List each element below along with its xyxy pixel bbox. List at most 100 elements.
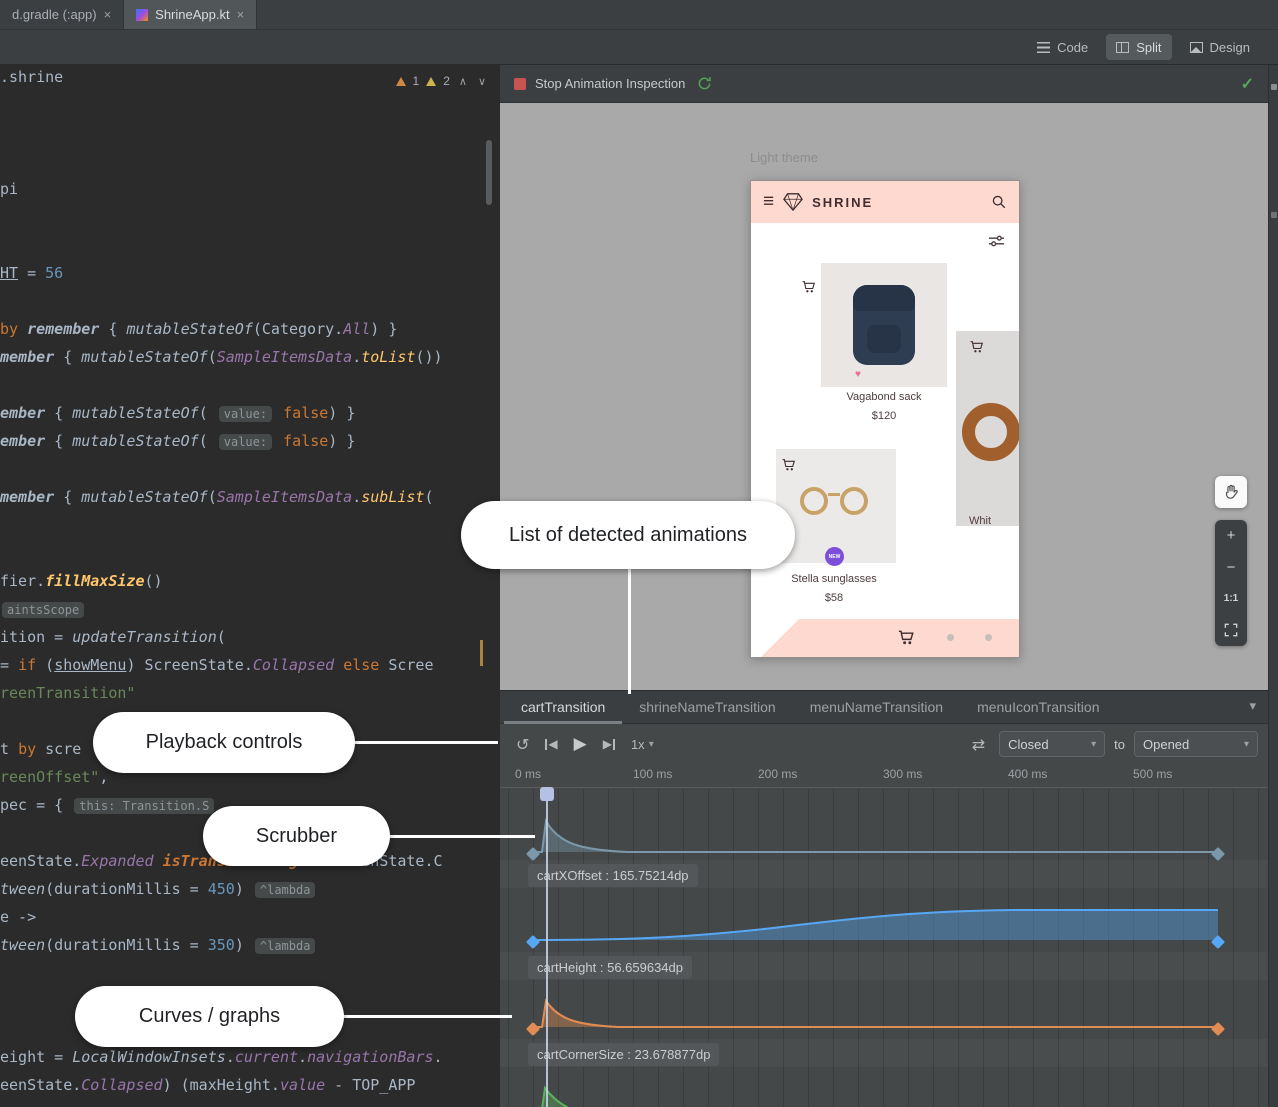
- code-line: pi: [0, 180, 500, 208]
- filter-icon: [988, 234, 1005, 248]
- replay-button[interactable]: ↺: [508, 725, 537, 763]
- scrubber-line[interactable]: [546, 800, 548, 1107]
- view-mode-code[interactable]: Code: [1027, 34, 1098, 60]
- cart-icon: [897, 628, 916, 646]
- code-line: tween(durationMillis = 350) ^lambda: [0, 936, 500, 964]
- playback-speed-dropdown[interactable]: 1x ▾: [623, 725, 662, 763]
- editor-scrollbar[interactable]: [486, 140, 492, 205]
- code-line: [0, 236, 500, 264]
- split-icon: [1116, 42, 1129, 53]
- code-line: HT = 56: [0, 264, 500, 292]
- timeline-tick: 100 ms: [633, 767, 672, 781]
- android-studio-window: d.gradle (:app) × ShrineApp.kt × Code Sp…: [0, 0, 1278, 1107]
- warning-icon: [396, 77, 406, 86]
- curve-cartHeight: [533, 908, 1218, 942]
- code-line: member { mutableStateOf(SampleItemsData.…: [0, 348, 500, 376]
- animation-preview-panel: cartTransitionshrineNameTransitionmenuNa…: [500, 690, 1268, 1107]
- code-line: by remember { mutableStateOf(Category.Al…: [0, 320, 500, 348]
- zoom-actual-button[interactable]: 1:1: [1215, 583, 1247, 615]
- go-to-start-button[interactable]: ◀: [537, 725, 565, 763]
- code-line: eenState.Collapsed) (maxHeight.value - T…: [0, 1076, 500, 1104]
- code-line: [0, 292, 500, 320]
- code-line: [0, 124, 500, 152]
- animation-tab-menuIconTransition[interactable]: menuIconTransition: [960, 691, 1116, 724]
- view-mode-split[interactable]: Split: [1106, 34, 1171, 60]
- from-state-dropdown[interactable]: Closed ▾: [999, 731, 1105, 757]
- code-line: aintsScope: [0, 600, 500, 628]
- zoom-fit-button[interactable]: [1215, 615, 1247, 647]
- add-to-cart-icon: [969, 339, 985, 354]
- previous-issue-button[interactable]: ∧: [457, 75, 469, 88]
- code-line: ember { mutableStateOf( value: false) }: [0, 432, 500, 460]
- code-line: [0, 544, 500, 572]
- hand-icon: [1222, 483, 1241, 502]
- to-label: to: [1114, 737, 1125, 752]
- build-success-check-icon: ✓: [1241, 74, 1254, 94]
- right-tool-stripe: [1268, 65, 1278, 1107]
- animation-tab-menuNameTransition[interactable]: menuNameTransition: [793, 691, 960, 724]
- animation-tab-shrineNameTransition[interactable]: shrineNameTransition: [622, 691, 792, 724]
- animation-tab-cartTransition[interactable]: cartTransition: [504, 691, 622, 724]
- timeline-tick: 500 ms: [1133, 767, 1172, 781]
- curve-label: cartHeight : 56.659634dp: [528, 956, 692, 979]
- new-badge: NEW: [825, 547, 844, 566]
- hamburger-menu-icon: ≡: [763, 191, 774, 213]
- kotlin-file-icon: [136, 9, 148, 21]
- shrine-app-preview: ≡ SHRINE: [750, 180, 1020, 658]
- timeline-scrubber-handle[interactable]: [540, 787, 554, 801]
- callout-line: [388, 835, 535, 838]
- callout-scrubber: Scrubber: [203, 806, 390, 866]
- callout-line: [342, 1015, 512, 1018]
- code-line: [0, 516, 500, 544]
- fit-screen-icon: [1224, 623, 1238, 637]
- code-line: eight = LocalWindowInsets.current.naviga…: [0, 1048, 500, 1076]
- code-line: ember { mutableStateOf( value: false) }: [0, 404, 500, 432]
- code-line: [0, 376, 500, 404]
- shrine-logo-icon: [782, 192, 804, 212]
- refresh-icon[interactable]: [697, 76, 712, 91]
- stop-animation-inspection-button[interactable]: Stop Animation Inspection: [514, 76, 685, 91]
- callout-line: [352, 741, 498, 744]
- callout-curves-graphs: Curves / graphs: [75, 986, 344, 1047]
- curve-cartXOffset: [533, 818, 1218, 854]
- inspections-widget: 1 2 ∧ ∨: [396, 74, 489, 88]
- tab-shrineapp-kt[interactable]: ShrineApp.kt ×: [124, 0, 257, 29]
- code-line: fier.fillMaxSize(): [0, 572, 500, 600]
- zoom-in-button[interactable]: +: [1215, 520, 1247, 552]
- tool-window-icon[interactable]: [1271, 84, 1277, 90]
- curve-partial-green: [533, 1085, 1218, 1107]
- code-icon: [1037, 42, 1050, 53]
- callout-line: [628, 567, 631, 694]
- code-line: [0, 96, 500, 124]
- product-price: $58: [754, 592, 914, 604]
- zoom-out-button[interactable]: −: [1215, 552, 1247, 584]
- timeline-ruler[interactable]: 0 ms100 ms200 ms300 ms400 ms500 ms: [500, 763, 1268, 788]
- close-icon[interactable]: ×: [237, 7, 245, 22]
- to-state-dropdown[interactable]: Opened ▾: [1134, 731, 1258, 757]
- timeline-tick: 0 ms: [515, 767, 541, 781]
- preview-canvas[interactable]: Light theme ≡ SHRINE: [500, 103, 1268, 690]
- view-mode-design[interactable]: Design: [1180, 34, 1260, 60]
- cart-bottom-bar: [751, 619, 1019, 657]
- page-dot: [985, 634, 992, 641]
- shrine-app-bar: ≡ SHRINE: [751, 181, 1019, 223]
- go-to-end-button[interactable]: ▶: [595, 725, 623, 763]
- tool-window-icon[interactable]: [1271, 212, 1277, 218]
- product-image-belt: [956, 331, 1020, 526]
- code-editor[interactable]: .shrinepiHT = 56by remember { mutableSta…: [0, 65, 500, 1107]
- code-lines: .shrinepiHT = 56by remember { mutableSta…: [0, 65, 500, 1104]
- chevron-down-icon[interactable]: ▾: [1249, 698, 1256, 714]
- timeline-tick: 400 ms: [1008, 767, 1047, 781]
- swap-states-icon[interactable]: ⇄: [972, 735, 985, 754]
- editor-mode-bar: Code Split Design: [0, 30, 1278, 65]
- caret-down-icon: ▾: [1091, 739, 1096, 750]
- product-name: Stella sunglasses: [754, 573, 914, 585]
- tab-build-gradle[interactable]: d.gradle (:app) ×: [0, 0, 124, 29]
- close-icon[interactable]: ×: [104, 7, 112, 22]
- pan-tool-button[interactable]: [1215, 476, 1247, 508]
- tab-label: ShrineApp.kt: [155, 7, 229, 22]
- play-button[interactable]: ▶: [566, 725, 595, 763]
- next-issue-button[interactable]: ∨: [476, 75, 488, 88]
- add-to-cart-icon: [781, 457, 797, 472]
- product-image-vagabond-sack: [821, 263, 947, 387]
